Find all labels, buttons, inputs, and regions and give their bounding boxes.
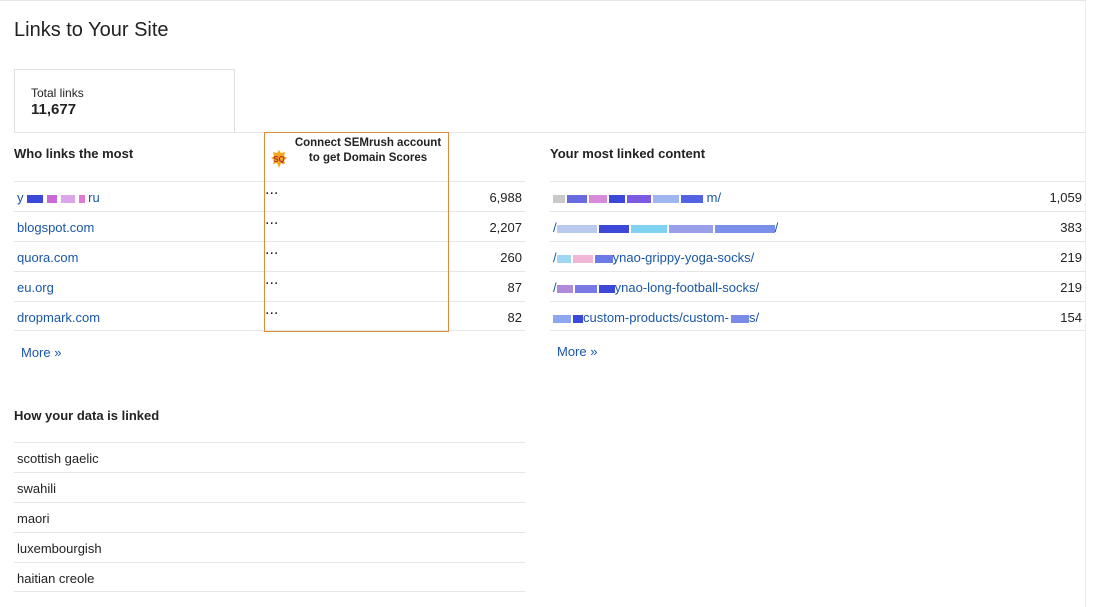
linked-page-link[interactable]: / / <box>553 220 778 235</box>
domain-score-cell: ... <box>265 271 279 288</box>
linked-page-link[interactable]: / ynao-grippy-yoga-socks/ <box>553 250 754 265</box>
table-row: maori <box>14 502 525 532</box>
linked-page-link[interactable]: / ynao-long-football-socks/ <box>553 280 759 295</box>
link-count: 260 <box>500 250 522 265</box>
table-row: scottish gaelic <box>14 442 525 472</box>
top-divider <box>0 0 1085 1</box>
who-links-more-link[interactable]: More » <box>21 345 61 360</box>
anchor-text: swahili <box>17 481 57 496</box>
link-count: 6,988 <box>489 190 522 205</box>
domain-score-cell: ... <box>265 211 279 228</box>
total-links-value: 11,677 <box>31 101 77 118</box>
domain-score-cell: ... <box>265 181 279 198</box>
section-divider <box>14 132 1085 133</box>
domain-score-cell: ... <box>265 301 279 318</box>
table-row: luxembourgish <box>14 532 525 562</box>
page-title: Links to Your Site <box>14 19 169 41</box>
domain-score-cell: ... <box>265 241 279 258</box>
linked-page-link[interactable]: custom-products/custom-s/ <box>553 310 759 325</box>
semrush-logo-icon: SQ <box>271 150 287 168</box>
anchor-text: maori <box>17 511 50 526</box>
linked-content-more-link[interactable]: More » <box>557 344 597 359</box>
who-links-heading: Who links the most <box>14 146 134 161</box>
svg-text:SQ: SQ <box>273 155 285 164</box>
table-row: m/ 1,059 <box>550 181 1085 211</box>
table-row: swahili <box>14 472 525 502</box>
linking-domain-link[interactable]: quora.com <box>17 250 78 265</box>
linking-domain-link[interactable]: eu.org <box>17 280 54 295</box>
total-links-card: Total links 11,677 <box>14 69 235 132</box>
table-row: / ynao-long-football-socks/ 219 <box>550 271 1085 301</box>
linking-domain-link[interactable]: blogspot.com <box>17 220 94 235</box>
link-count: 383 <box>1060 220 1082 235</box>
anchor-text: luxembourgish <box>17 541 102 556</box>
linked-content-table: m/ 1,059 // 383 /ynao-grippy-yoga-socks/… <box>550 181 1085 331</box>
linking-domain-link[interactable]: y ru <box>17 190 100 205</box>
anchor-text: haitian creole <box>17 571 95 586</box>
link-count: 219 <box>1060 280 1082 295</box>
table-row: // 383 <box>550 211 1085 241</box>
linked-content-heading: Your most linked content <box>550 146 706 161</box>
table-row: / ynao-grippy-yoga-socks/ 219 <box>550 241 1085 271</box>
total-links-label: Total links <box>31 86 84 100</box>
link-count: 1,059 <box>1049 190 1082 205</box>
link-count: 82 <box>507 310 522 325</box>
anchor-text: scottish gaelic <box>17 451 99 466</box>
linked-page-link[interactable]: m/ <box>553 190 721 205</box>
semrush-connect-text[interactable]: Connect SEMrush account to get Domain Sc… <box>293 136 443 166</box>
link-count: 154 <box>1060 310 1082 325</box>
table-row: haitian creole <box>14 562 525 592</box>
table-row: custom-products/custom-s/ 154 <box>550 301 1085 331</box>
linking-domain-link[interactable]: dropmark.com <box>17 310 100 325</box>
how-linked-heading: How your data is linked <box>14 408 160 423</box>
how-linked-table: scottish gaelic swahili maori luxembourg… <box>14 442 525 592</box>
link-count: 2,207 <box>489 220 522 235</box>
link-count: 219 <box>1060 250 1082 265</box>
right-divider <box>1085 0 1086 607</box>
semrush-connect-box[interactable]: SQ Connect SEMrush account to get Domain… <box>264 132 449 332</box>
link-count: 87 <box>507 280 522 295</box>
domain-score-column: ... ... ... ... ... <box>265 181 448 331</box>
